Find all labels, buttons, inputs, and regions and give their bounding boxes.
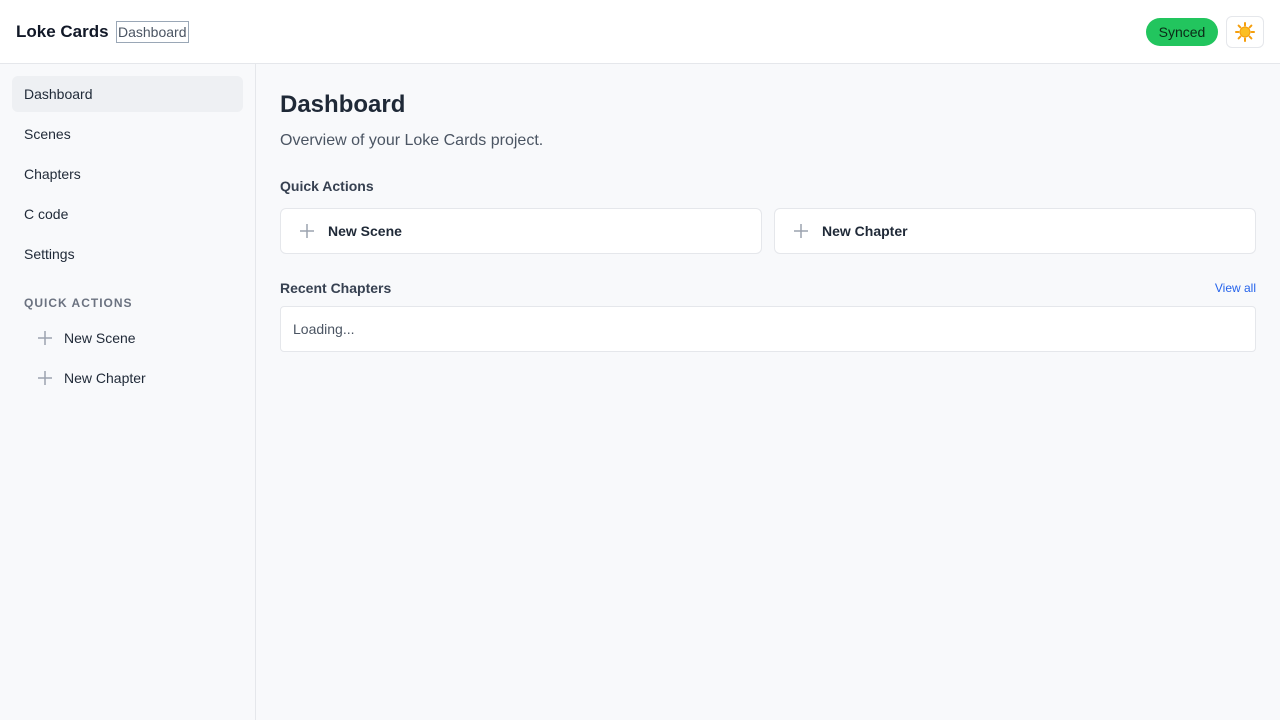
sidebar-quick-actions-label: QUICK ACTIONS — [24, 296, 133, 310]
sun-icon — [1235, 22, 1255, 42]
breadcrumb[interactable]: Dashboard — [116, 21, 189, 43]
sidebar-item-c-code[interactable]: C code — [12, 196, 243, 232]
plus-icon — [794, 224, 808, 238]
plus-icon — [300, 224, 314, 238]
theme-toggle-button[interactable] — [1226, 16, 1264, 48]
page-subtitle: Overview of your Loke Cards project. — [280, 132, 544, 149]
plus-icon — [38, 371, 52, 385]
sidebar-new-chapter-label: New Chapter — [64, 370, 146, 386]
new-scene-card-button[interactable]: New Scene — [280, 208, 762, 254]
sync-status-badge: Synced — [1146, 18, 1218, 46]
sidebar-item-chapters[interactable]: Chapters — [12, 156, 243, 192]
sidebar-new-scene-label: New Scene — [64, 330, 136, 346]
sidebar-new-scene-button[interactable]: New Scene — [36, 326, 136, 350]
new-chapter-card-button[interactable]: New Chapter — [774, 208, 1256, 254]
loading-text: Loading... — [293, 321, 355, 337]
sidebar: Dashboard Scenes Chapters C code Setting… — [0, 64, 256, 720]
sidebar-item-dashboard[interactable]: Dashboard — [12, 76, 243, 112]
page-title: Dashboard — [280, 91, 406, 118]
new-scene-card-label: New Scene — [328, 223, 402, 239]
sidebar-new-chapter-button[interactable]: New Chapter — [36, 366, 146, 390]
sidebar-item-scenes[interactable]: Scenes — [12, 116, 243, 152]
app-title: Loke Cards — [16, 22, 109, 41]
quick-actions-heading: Quick Actions — [280, 178, 374, 194]
recent-chapters-heading: Recent Chapters — [280, 280, 392, 296]
plus-icon — [38, 331, 52, 345]
new-chapter-card-label: New Chapter — [822, 223, 908, 239]
view-all-link[interactable]: View all — [1215, 280, 1256, 296]
recent-chapters-list: Loading... — [280, 306, 1256, 352]
top-bar: Loke Cards Dashboard Synced — [0, 0, 1280, 64]
sidebar-item-settings[interactable]: Settings — [12, 236, 243, 272]
main-content: Dashboard Overview of your Loke Cards pr… — [256, 64, 1280, 720]
